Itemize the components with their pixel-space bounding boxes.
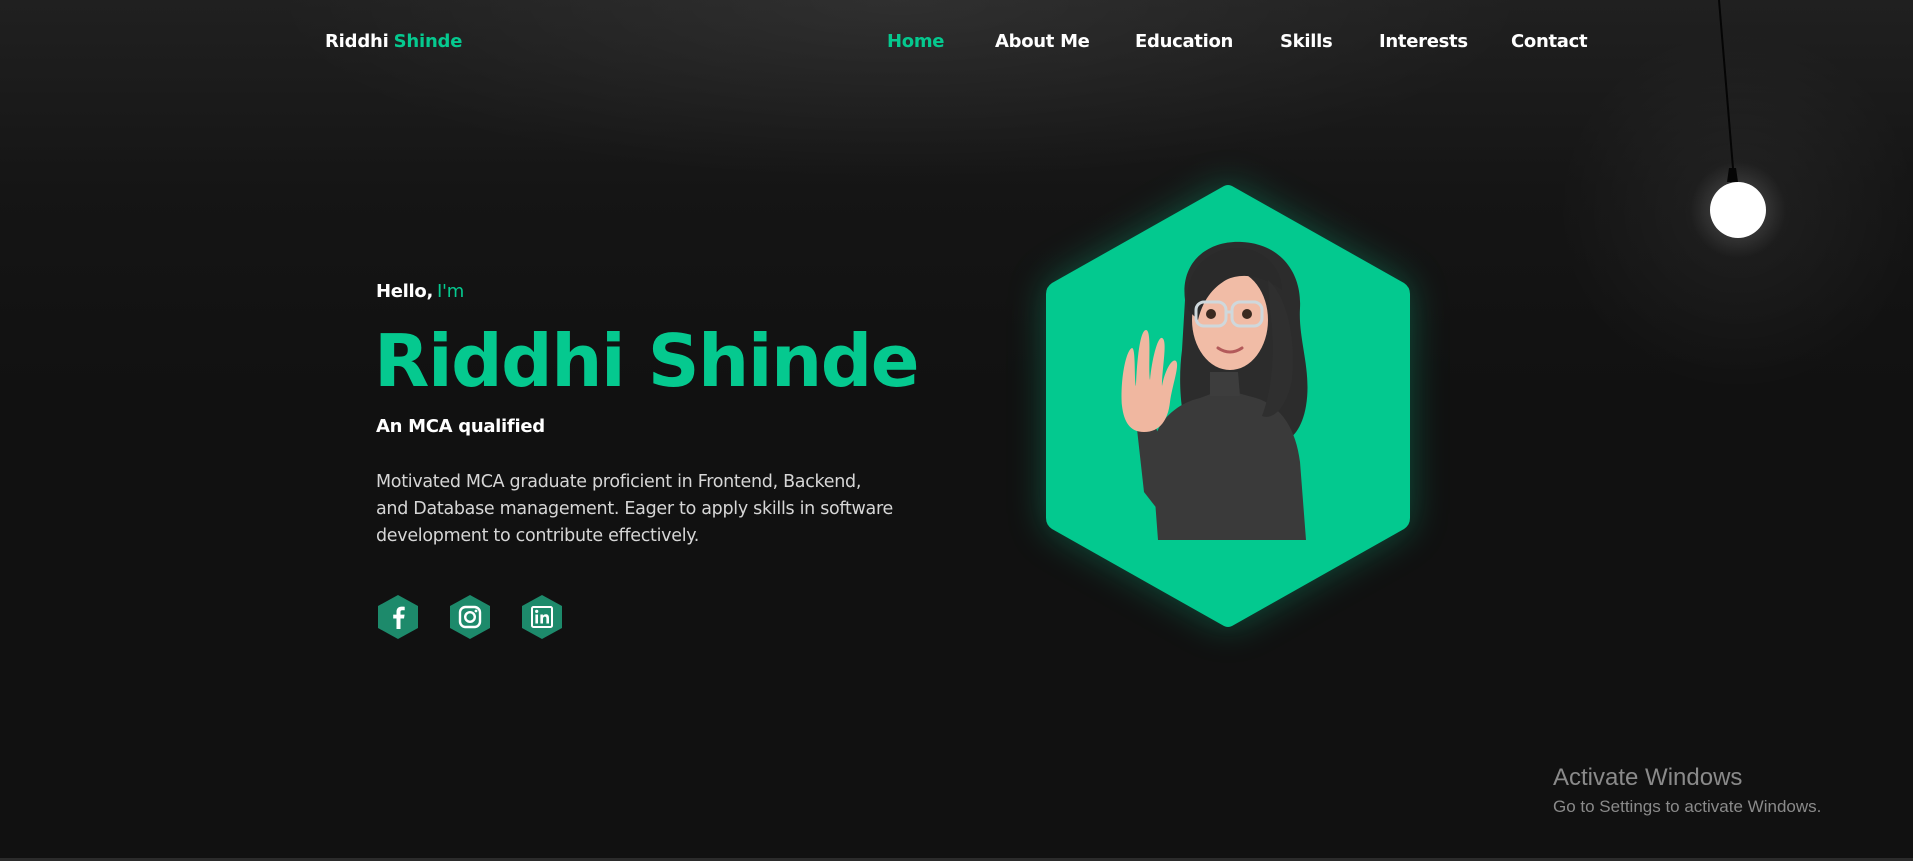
nav-item-interests[interactable]: Interests [1379, 31, 1468, 52]
facebook-icon [378, 595, 418, 639]
facebook-link[interactable] [375, 594, 421, 640]
light-bulb-icon [1690, 0, 1786, 258]
instagram-link[interactable] [447, 594, 493, 640]
linkedin-link[interactable] [519, 594, 565, 640]
greeting-accent: I'm [437, 281, 464, 302]
nav-item-contact[interactable]: Contact [1511, 31, 1588, 52]
instagram-icon [450, 595, 490, 639]
site-logo[interactable]: Riddhi Shinde [325, 31, 462, 52]
logo-first-name: Riddhi [325, 31, 389, 52]
nav-item-skills[interactable]: Skills [1280, 31, 1333, 52]
activate-windows-subtitle: Go to Settings to activate Windows. [1553, 797, 1822, 816]
nav-item-education[interactable]: Education [1135, 31, 1233, 52]
avatar [1020, 180, 1428, 638]
hero-description: Motivated MCA graduate proficient in Fro… [376, 472, 893, 546]
greeting-text: Hello, [376, 281, 434, 302]
linkedin-icon [522, 595, 562, 639]
hanging-lamp[interactable] [1690, 0, 1786, 260]
portfolio-page: Riddhi Shinde Home About Me Education Ski… [0, 0, 1913, 861]
activate-windows-title: Activate Windows [1553, 764, 1743, 791]
logo-last-name: Shinde [393, 31, 463, 52]
waving-avatar-illustration [1046, 185, 1410, 627]
nav-item-about-me[interactable]: About Me [995, 31, 1090, 52]
nav-item-home[interactable]: Home [887, 31, 945, 52]
hero-greeting: Hello, I'm [376, 281, 464, 302]
hero-name: Riddhi Shinde [374, 319, 920, 403]
hero-subtitle: An MCA qualified [376, 416, 545, 437]
